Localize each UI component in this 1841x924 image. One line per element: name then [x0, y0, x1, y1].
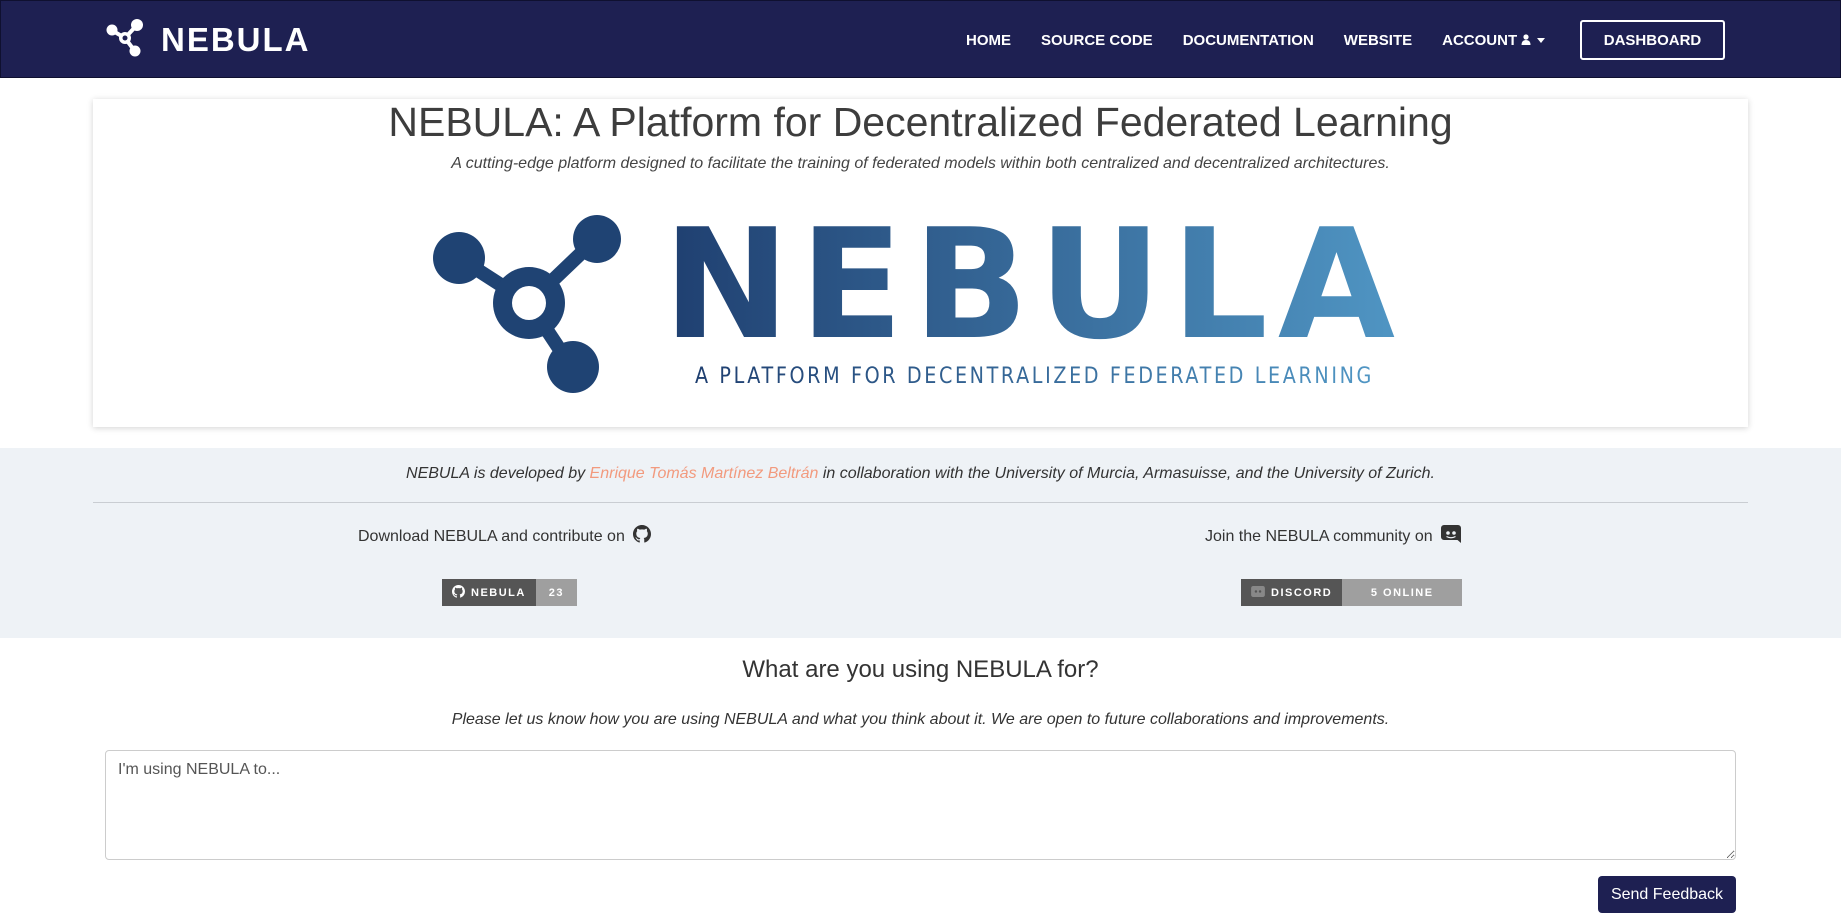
- discord-icon[interactable]: [1440, 525, 1461, 548]
- nav-website[interactable]: WEBSITE: [1344, 32, 1412, 49]
- logo-tagline: A PLATFORM FOR DECENTRALIZED FEDERATED L…: [695, 364, 1374, 389]
- github-badge-value: 23: [535, 579, 577, 606]
- feedback-description: Please let us know how you are using NEB…: [451, 711, 1390, 728]
- author-link[interactable]: Enrique Tomás Martínez Beltrán: [590, 465, 819, 482]
- share-nodes-icon: [105, 18, 145, 63]
- discord-badge-value: 5 ONLINE: [1342, 579, 1463, 606]
- credits-prefix: NEBULA is developed by: [406, 465, 586, 482]
- send-feedback-button[interactable]: Send Feedback: [1598, 876, 1736, 913]
- github-callout-text: Download NEBULA and contribute on: [358, 527, 625, 545]
- github-callout: Download NEBULA and contribute on: [358, 525, 651, 548]
- dashboard-button[interactable]: DASHBOARD: [1580, 20, 1725, 60]
- discord-badge-label: DISCORD: [1271, 586, 1333, 599]
- github-icon[interactable]: [632, 525, 651, 548]
- nebula-logo: NEBULA A PLATFORM FOR DECENTRALIZED FEDE…: [430, 196, 1415, 397]
- logo-wordmark: NEBULA: [663, 212, 1405, 373]
- github-stars-badge[interactable]: NEBULA 23: [442, 579, 577, 606]
- nav-account-dropdown[interactable]: ACCOUNT: [1442, 31, 1546, 49]
- feedback-textarea[interactable]: [105, 750, 1736, 860]
- page-title: NEBULA: A Platform for Decentralized Fed…: [388, 99, 1453, 145]
- page-subtitle: A cutting-edge platform designed to faci…: [451, 155, 1390, 172]
- brand-link[interactable]: NEBULA: [105, 18, 311, 63]
- nav-menu: HOME SOURCE CODE DOCUMENTATION WEBSITE A…: [966, 1, 1575, 79]
- discord-icon: [1251, 585, 1265, 600]
- user-icon: [1521, 32, 1531, 49]
- credits-suffix: in collaboration with the University of …: [822, 465, 1435, 482]
- github-badge-left: NEBULA: [442, 579, 536, 606]
- discord-callout-text: Join the NEBULA community on: [1205, 527, 1433, 545]
- github-badge-label: NEBULA: [471, 586, 526, 599]
- section-divider: [93, 502, 1748, 503]
- nav-documentation[interactable]: DOCUMENTATION: [1183, 32, 1314, 49]
- community-section: NEBULA is developed by Enrique Tomás Mar…: [0, 448, 1841, 638]
- github-icon: [452, 584, 465, 601]
- discord-callout: Join the NEBULA community on: [1205, 525, 1461, 548]
- discord-online-badge[interactable]: DISCORD 5 ONLINE: [1241, 579, 1463, 606]
- feedback-title: What are you using NEBULA for?: [742, 656, 1099, 683]
- credits-line: NEBULA is developed by Enrique Tomás Mar…: [0, 465, 1841, 483]
- logo-network-mark: [433, 215, 621, 393]
- discord-badge-left: DISCORD: [1241, 579, 1343, 606]
- nav-account-label: ACCOUNT: [1442, 31, 1518, 49]
- nav-home[interactable]: HOME: [966, 32, 1011, 49]
- brand-name: NEBULA: [161, 21, 311, 58]
- top-navbar: NEBULA HOME SOURCE CODE DOCUMENTATION WE…: [0, 0, 1841, 78]
- nav-source-code[interactable]: SOURCE CODE: [1041, 32, 1153, 49]
- chevron-down-icon: [1537, 37, 1546, 43]
